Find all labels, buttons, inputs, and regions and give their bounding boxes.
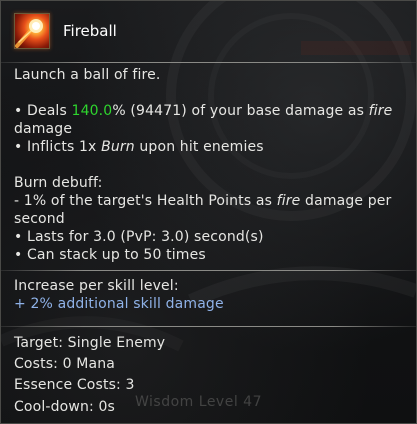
skill-tooltip: Fireball Launch a ball of fire. • Deals …	[0, 0, 417, 424]
damage-line-wrap: damage	[14, 121, 73, 137]
inflicts-line: • Inflicts 1x Burn upon hit enemies	[14, 138, 264, 156]
skill-description: Launch a ball of fire.	[14, 67, 161, 83]
damage-suffix: % (94471) of your base damage as	[112, 103, 369, 119]
damage-prefix: • Deals	[14, 103, 72, 119]
cooldown-stat: Cool-down: 0s	[14, 399, 115, 415]
burn-duration: • Lasts for 3.0 (PvP: 3.0) second(s)	[14, 229, 264, 245]
damage-percent: 140.0	[71, 103, 113, 119]
burn-stack: • Can stack up to 50 times	[14, 247, 206, 263]
burn-damage-line: - 1% of the target's Health Points as fi…	[14, 192, 391, 210]
burn-damage-wrap: second	[14, 211, 65, 227]
stats-divider	[1, 326, 416, 327]
inflicts-status: Burn	[101, 139, 135, 155]
skill-title: Fireball	[63, 22, 117, 40]
tooltip-header: Fireball	[1, 1, 416, 63]
burn-heading: Burn debuff:	[14, 175, 103, 191]
target-stat: Target: Single Enemy	[14, 335, 166, 351]
damage-line: • Deals 140.0% (94471) of your base dama…	[14, 102, 392, 120]
inflicts-prefix: • Inflicts 1x	[14, 139, 102, 155]
header-divider	[1, 62, 416, 63]
damage-type: fire	[368, 103, 393, 119]
burn-damage-type: fire	[276, 193, 301, 209]
burn-damage-suffix: damage per	[300, 193, 392, 209]
per-level-bonus: + 2% additional skill damage	[14, 296, 224, 312]
burn-damage-prefix: - 1% of the target's Health Points as	[14, 193, 277, 209]
mana-cost-stat: Costs: 0 Mana	[14, 356, 116, 372]
fireball-icon	[14, 13, 50, 49]
section-divider	[1, 270, 416, 271]
essence-cost-stat: Essence Costs: 3	[14, 377, 135, 393]
background-level-text: Wisdom Level 47	[135, 394, 262, 410]
inflicts-suffix: upon hit enemies	[134, 139, 264, 155]
per-level-heading: Increase per skill level:	[14, 278, 179, 294]
